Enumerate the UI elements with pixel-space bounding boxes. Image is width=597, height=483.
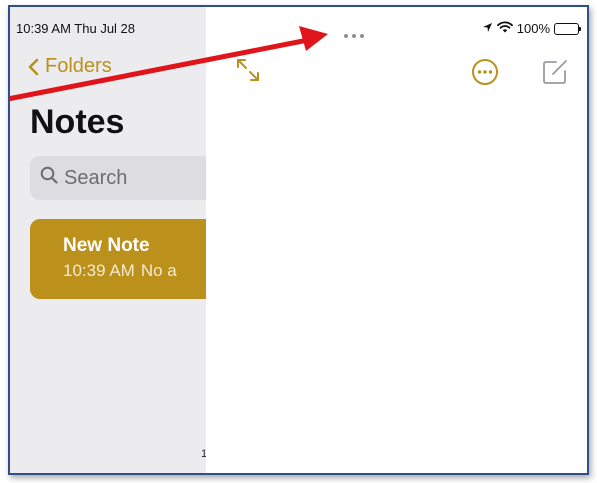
- note-preview: No a: [140, 261, 177, 280]
- search-placeholder: Search: [64, 166, 128, 189]
- search-field[interactable]: Search: [30, 156, 206, 200]
- note-subtitle: 10:39 AM No a: [63, 261, 206, 281]
- status-time-date: 10:39 AM Thu Jul 28: [16, 21, 136, 36]
- back-to-folders-button[interactable]: Folders: [28, 55, 112, 78]
- note-title: New Note: [63, 235, 150, 256]
- chevron-left-icon: [28, 58, 39, 76]
- note-detail-pane[interactable]: [206, 7, 587, 473]
- location-arrow-icon: [482, 21, 493, 36]
- notes-sidebar: 10:39 AM Thu Jul 28 Folders Notes Search…: [10, 7, 206, 473]
- battery-percent: 100%: [516, 21, 550, 36]
- multitasking-dots-icon[interactable]: [344, 34, 364, 38]
- note-time: 10:39 AM: [63, 261, 135, 280]
- note-list-item[interactable]: New Note 10:39 AM No a: [30, 219, 206, 299]
- ipad-screenshot-frame: 10:39 AM Thu Jul 28 Folders Notes Search…: [8, 5, 589, 475]
- back-button-label: Folders: [45, 55, 112, 77]
- compose-icon[interactable]: [541, 58, 569, 91]
- page-title: Notes: [30, 103, 125, 141]
- status-indicators: 100%: [482, 21, 581, 36]
- battery-icon: [554, 22, 581, 35]
- search-icon: [40, 166, 58, 190]
- expand-diagonal-icon[interactable]: [235, 57, 261, 88]
- wifi-icon: [496, 21, 513, 36]
- more-options-icon[interactable]: [471, 58, 499, 91]
